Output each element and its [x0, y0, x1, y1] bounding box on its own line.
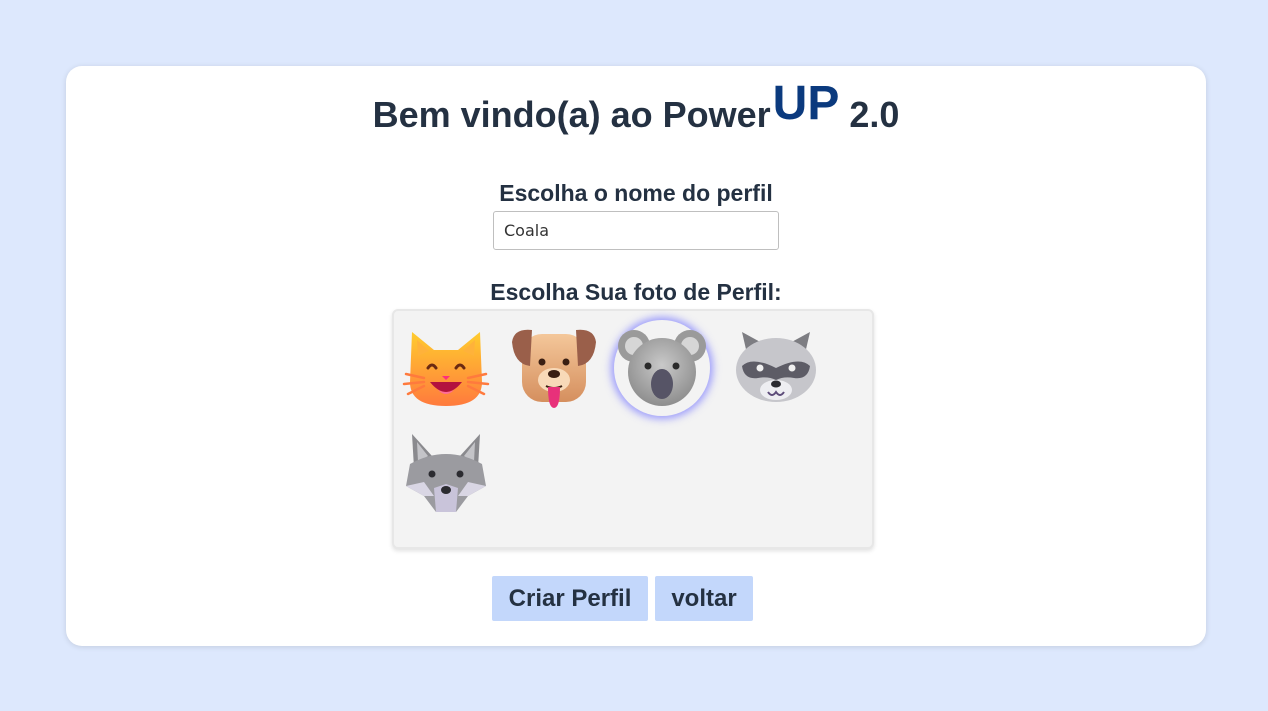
page-title: Bem vindo(a) ao PowerUP 2.0 [66, 77, 1206, 139]
profile-card: Bem vindo(a) ao PowerUP 2.0 Escolha o no… [66, 66, 1206, 646]
profile-name-label: Escolha o nome do perfil [499, 180, 773, 206]
wolf-face-icon [406, 434, 486, 512]
cat-face-icon [402, 332, 490, 406]
avatar-option-koala[interactable] [614, 320, 710, 416]
dog-face-icon [512, 329, 596, 408]
avatar-option-wolf[interactable] [398, 426, 494, 522]
avatar-option-raccoon[interactable] [728, 320, 824, 416]
raccoon-face-icon [736, 332, 816, 402]
avatar-option-cat[interactable] [398, 320, 494, 416]
profile-name-input[interactable] [493, 211, 779, 250]
create-profile-button[interactable]: Criar Perfil [492, 576, 648, 621]
title-prefix: Bem vindo(a) ao Power [372, 94, 771, 135]
title-suffix: 2.0 [839, 94, 900, 135]
avatar-option-dog[interactable] [506, 320, 602, 416]
profile-photo-label: Escolha Sua foto de Perfil: [490, 279, 782, 305]
avatar-picker [392, 309, 874, 549]
brand-logo-text: UP [772, 77, 840, 130]
koala-face-icon [618, 330, 706, 406]
back-button[interactable]: voltar [655, 576, 753, 621]
